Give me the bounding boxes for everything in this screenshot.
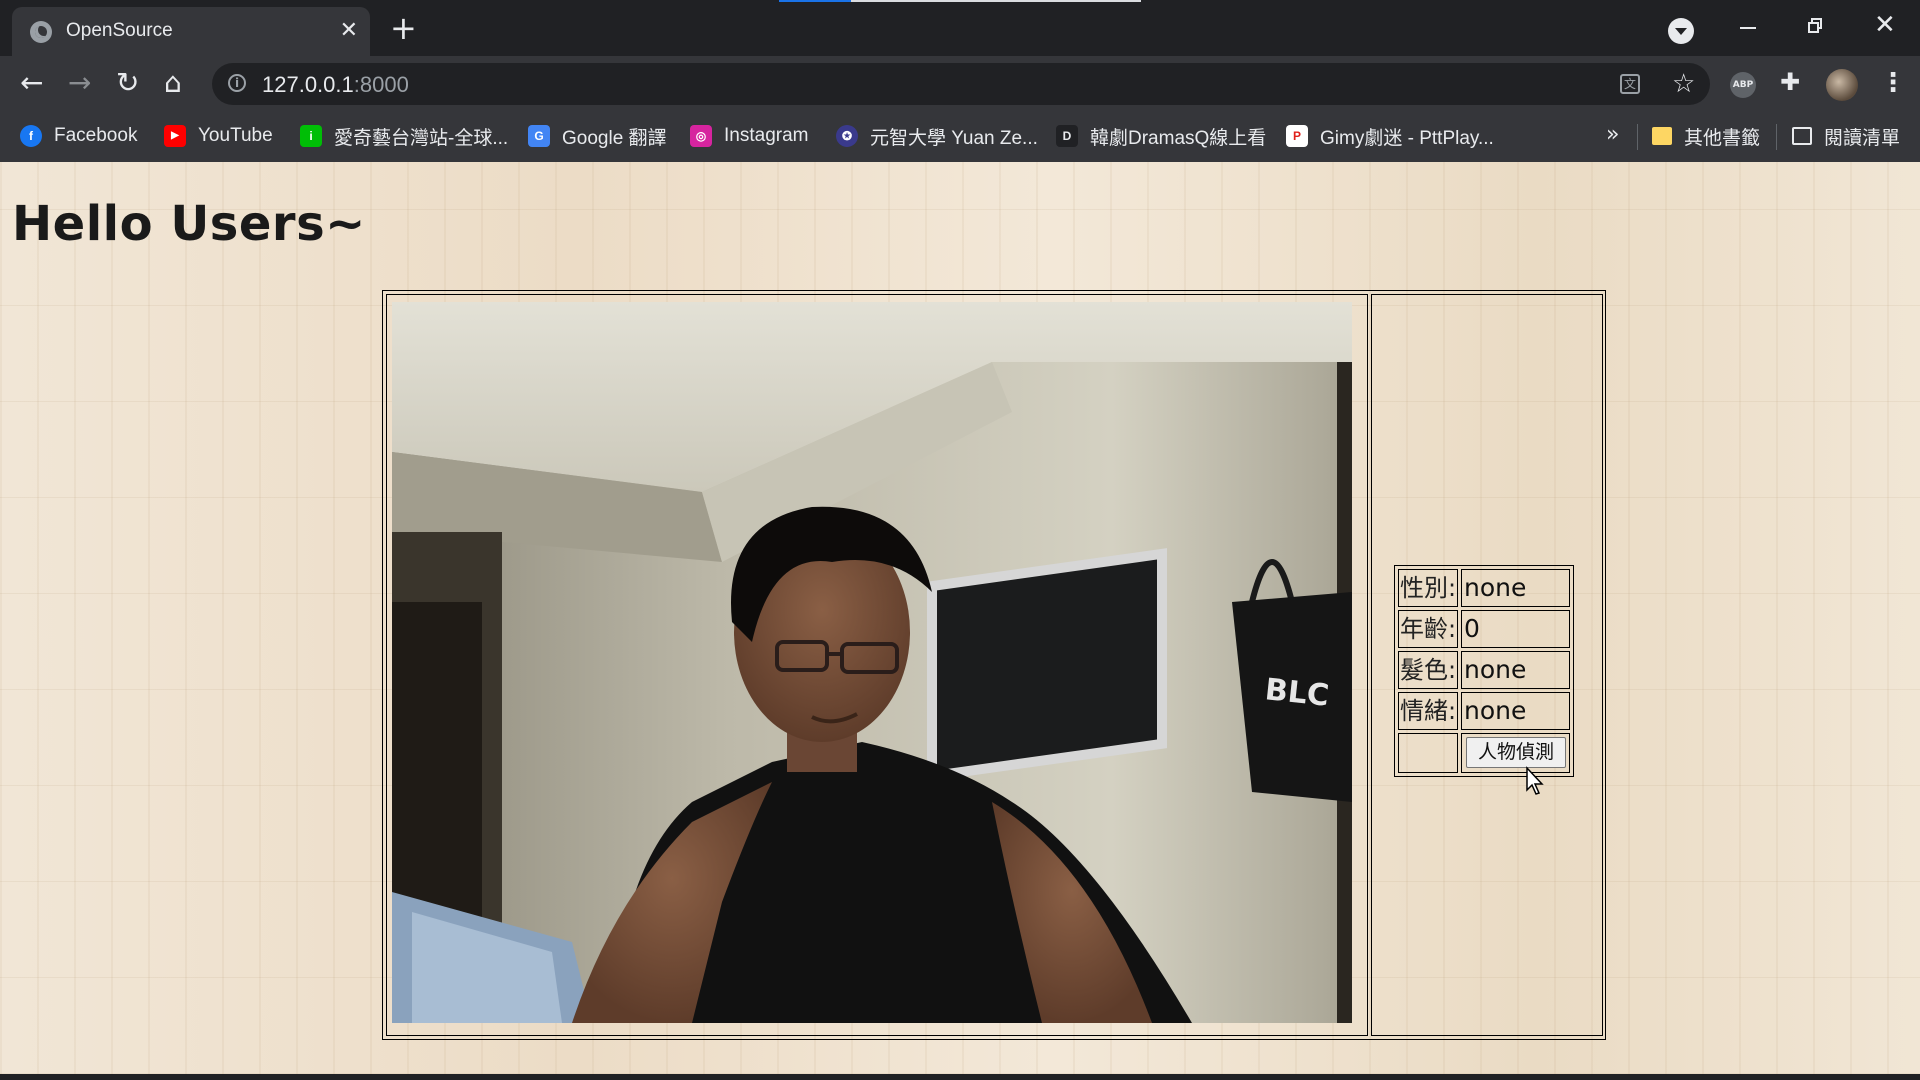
bookmark-youtube[interactable]: ▶ YouTube xyxy=(164,122,273,150)
profile-avatar[interactable] xyxy=(1826,69,1858,101)
dramasq-icon: D xyxy=(1056,125,1078,147)
restore-button[interactable] xyxy=(1808,18,1823,33)
age-label: 年齡: xyxy=(1398,610,1458,648)
gender-row: 性別: none xyxy=(1398,569,1570,607)
bookmark-yzu[interactable]: ✪ 元智大學 Yuan Ze... xyxy=(836,122,1038,150)
bookmarks-bar: f Facebook ▶ YouTube i 愛奇藝台灣站-全球... G Go… xyxy=(0,112,1920,162)
bookmarks-divider xyxy=(1776,124,1777,150)
iqiyi-icon: i xyxy=(300,125,322,147)
address-bar[interactable]: i 127.0.0.1:8000 文 ☆ xyxy=(212,63,1710,105)
bookmarks-divider xyxy=(1637,124,1638,150)
facebook-icon: f xyxy=(20,125,42,147)
adblock-icon[interactable]: ABP xyxy=(1730,72,1756,98)
bookmark-label: Instagram xyxy=(724,125,809,146)
button-cell: 人物偵測 xyxy=(1461,733,1570,773)
globe-icon xyxy=(30,21,52,43)
hair-color-value: none xyxy=(1461,651,1570,689)
bookmark-facebook[interactable]: f Facebook xyxy=(20,122,137,150)
bookmark-google-translate[interactable]: G Google 翻譯 xyxy=(528,122,667,150)
tab-search-icon[interactable] xyxy=(1668,18,1694,44)
browser-menu-icon[interactable]: ⋮ xyxy=(1880,68,1906,98)
youtube-icon: ▶ xyxy=(164,125,186,147)
site-info-icon[interactable]: i xyxy=(228,74,246,92)
bookmark-label: Gimy劇迷 - PttPlay... xyxy=(1320,127,1494,149)
bookmark-label: YouTube xyxy=(198,125,273,146)
reload-button[interactable]: ↻ xyxy=(116,68,139,98)
tab-title: OpenSource xyxy=(66,20,173,41)
bookmark-label: 愛奇藝台灣站-全球... xyxy=(334,127,509,149)
main-table: BLC 性別: none 年齡: 0 髮色: none 情緒: none 人物偵… xyxy=(382,290,1606,1040)
age-value: 0 xyxy=(1461,610,1570,648)
bottom-edge xyxy=(0,1074,1920,1080)
loading-indicator xyxy=(779,0,851,2)
extensions-puzzle-icon[interactable]: ✚ xyxy=(1780,68,1800,96)
hair-color-row: 髮色: none xyxy=(1398,651,1570,689)
other-bookmarks-label: 其他書籤 xyxy=(1684,127,1761,149)
home-button[interactable]: ⌂ xyxy=(164,68,182,98)
emotion-row: 情緒: none xyxy=(1398,692,1570,730)
google-translate-icon: G xyxy=(528,125,550,147)
reading-list-label: 閱讀清單 xyxy=(1824,127,1901,149)
folder-icon xyxy=(1652,127,1672,145)
person-detect-button[interactable]: 人物偵測 xyxy=(1466,737,1566,768)
gender-label: 性別: xyxy=(1398,569,1458,607)
url-text[interactable]: 127.0.0.1:8000 xyxy=(262,72,409,98)
bookmark-star-icon[interactable]: ☆ xyxy=(1672,69,1695,99)
bookmark-instagram[interactable]: ◎ Instagram xyxy=(690,122,808,150)
loading-indicator-track xyxy=(851,0,1141,2)
url-host: 127.0.0.1 xyxy=(262,72,354,97)
age-row: 年齡: 0 xyxy=(1398,610,1570,648)
url-port: :8000 xyxy=(353,72,409,97)
instagram-icon: ◎ xyxy=(690,125,712,147)
svg-text:BLC: BLC xyxy=(1263,672,1330,713)
webcam-frame-image: BLC xyxy=(392,302,1352,1023)
webcam-video: BLC xyxy=(392,302,1352,1023)
new-tab-button[interactable]: + xyxy=(390,12,417,44)
reading-list[interactable]: 閱讀清單 xyxy=(1792,122,1900,150)
title-bar: OpenSource ✕ + ✕ xyxy=(0,0,1920,56)
page-heading: Hello Users~ xyxy=(12,196,366,252)
minimize-button[interactable] xyxy=(1740,27,1756,29)
bookmark-label: 元智大學 Yuan Ze... xyxy=(870,127,1038,149)
bookmark-gimy[interactable]: P Gimy劇迷 - PttPlay... xyxy=(1286,122,1494,150)
gender-value: none xyxy=(1461,569,1570,607)
person-info-table: 性別: none 年齡: 0 髮色: none 情緒: none 人物偵測 xyxy=(1394,565,1574,777)
page-content: Hello Users~ BLC 性別: none 年齡: 0 髮色: none… xyxy=(0,162,1920,1074)
bookmark-label: 韓劇DramasQ線上看 xyxy=(1090,127,1267,149)
other-bookmarks-folder[interactable]: 其他書籤 xyxy=(1652,122,1760,150)
browser-tab[interactable]: OpenSource ✕ xyxy=(12,7,370,56)
more-bookmarks-chevron-icon[interactable]: » xyxy=(1606,122,1619,147)
empty-cell xyxy=(1398,733,1458,773)
tab-close-icon[interactable]: ✕ xyxy=(340,18,358,44)
bookmark-label: Google 翻譯 xyxy=(562,127,667,149)
yzu-icon: ✪ xyxy=(836,125,858,147)
bookmark-dramasq[interactable]: D 韓劇DramasQ線上看 xyxy=(1056,122,1266,150)
window-close-button[interactable]: ✕ xyxy=(1874,12,1896,38)
bookmark-iqiyi[interactable]: i 愛奇藝台灣站-全球... xyxy=(300,122,508,150)
forward-button[interactable]: → xyxy=(68,68,91,98)
emotion-value: none xyxy=(1461,692,1570,730)
bookmark-label: Facebook xyxy=(54,125,138,146)
browser-toolbar: ← → ↻ ⌂ i 127.0.0.1:8000 文 ☆ ABP ✚ ⋮ xyxy=(0,56,1920,112)
mouse-cursor-icon xyxy=(1526,766,1544,795)
gimy-icon: P xyxy=(1286,125,1308,147)
reading-list-icon xyxy=(1792,127,1812,145)
translate-icon[interactable]: 文 xyxy=(1620,74,1640,94)
video-cell: BLC xyxy=(386,294,1368,1036)
back-button[interactable]: ← xyxy=(20,68,43,98)
emotion-label: 情緒: xyxy=(1398,692,1458,730)
hair-color-label: 髮色: xyxy=(1398,651,1458,689)
info-cell: 性別: none 年齡: 0 髮色: none 情緒: none 人物偵測 xyxy=(1371,294,1603,1036)
